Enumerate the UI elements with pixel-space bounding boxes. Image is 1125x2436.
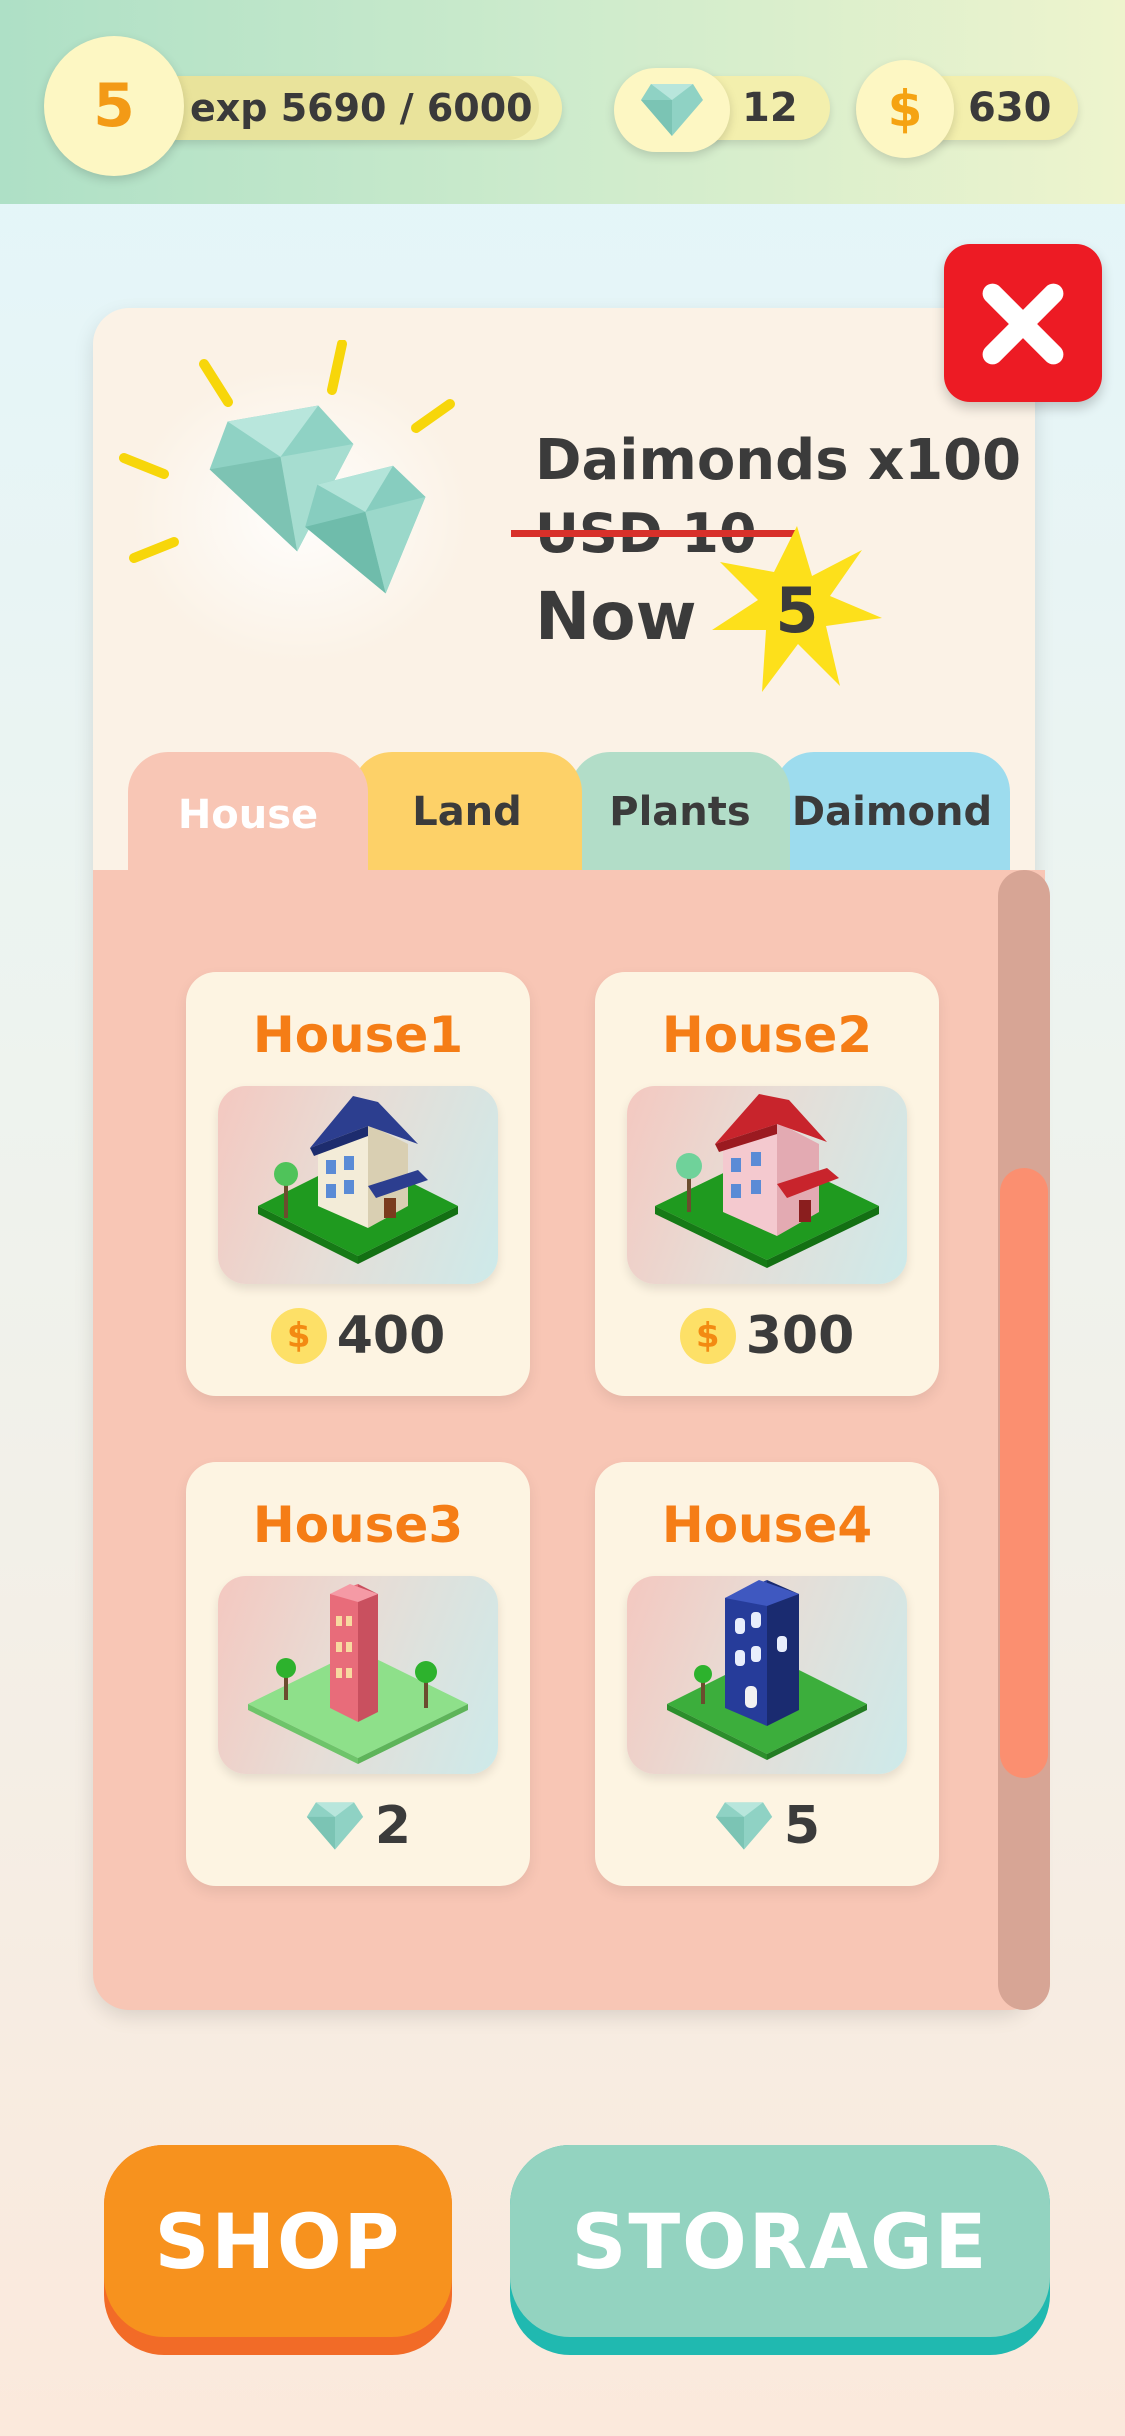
coin-icon: $ <box>679 1308 736 1364</box>
coin-icon: $ <box>270 1308 327 1364</box>
exp-text: exp 5690 / 6000 <box>190 86 533 130</box>
item-card-house1[interactable]: House1 $ 400 <box>186 972 530 1396</box>
item-price: 2 <box>186 1796 530 1856</box>
item-price: 5 <box>595 1796 939 1856</box>
item-card-house2[interactable]: House2 $ 300 <box>595 972 939 1396</box>
item-name: House3 <box>252 1496 464 1554</box>
item-image <box>218 1576 498 1774</box>
level-number: 5 <box>93 71 135 141</box>
diamond-promo-art <box>119 340 470 665</box>
tab-daimond[interactable]: Daimond <box>774 752 1010 872</box>
promo-title: Daimonds x100 <box>535 428 1022 493</box>
house-icon <box>655 1094 879 1268</box>
tab-plants[interactable]: Plants <box>570 752 790 872</box>
scrollbar-thumb[interactable] <box>1000 1168 1048 1778</box>
coin-icon: $ <box>887 80 923 138</box>
promo-new-price: 5 <box>775 574 819 647</box>
shop-button[interactable]: SHOP <box>104 2145 452 2355</box>
item-name: House2 <box>661 1006 873 1064</box>
close-button[interactable] <box>944 244 1102 402</box>
item-card-house3[interactable]: House3 2 <box>186 1462 530 1886</box>
diamond-icon <box>641 84 703 136</box>
item-name: House1 <box>252 1006 464 1064</box>
promo-now-label: Now <box>535 578 697 655</box>
storage-button[interactable]: STORAGE <box>510 2145 1050 2355</box>
diamond-icon <box>715 1802 773 1850</box>
tower-icon <box>248 1584 468 1764</box>
item-image <box>218 1086 498 1284</box>
coin-count: 630 <box>968 85 1052 131</box>
item-image <box>627 1576 907 1774</box>
item-price: $ 400 <box>186 1306 530 1366</box>
house-icon <box>258 1096 458 1264</box>
coin-counter-icon-badge: $ <box>856 60 954 158</box>
item-name: House4 <box>661 1496 873 1554</box>
item-image <box>627 1086 907 1284</box>
item-price: $ 300 <box>595 1306 939 1366</box>
diamond-count: 12 <box>742 85 798 131</box>
diamond-counter-icon-badge <box>614 68 730 152</box>
diamond-icon <box>306 1802 364 1850</box>
building-icon <box>667 1580 867 1760</box>
tab-land[interactable]: Land <box>352 752 582 872</box>
item-card-house4[interactable]: House4 5 <box>595 1462 939 1886</box>
level-badge: 5 <box>44 36 184 176</box>
